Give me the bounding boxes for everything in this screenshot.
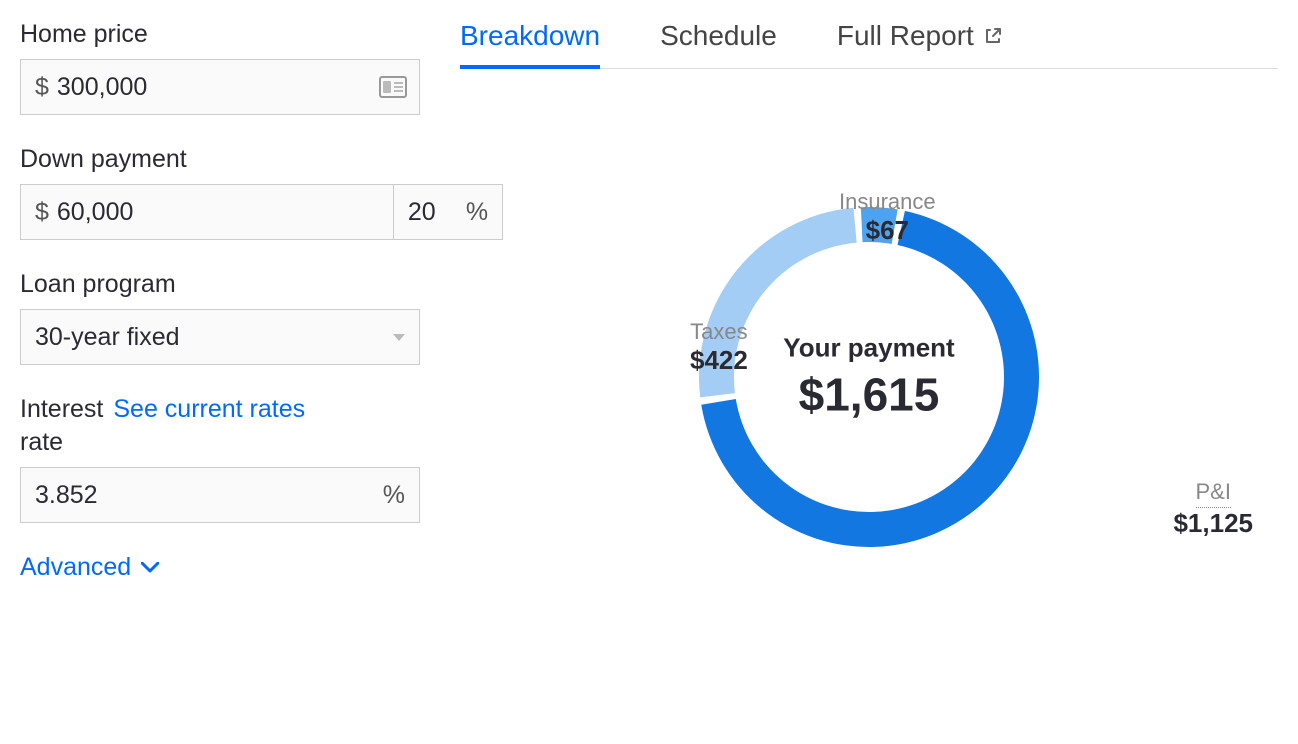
loan-program-group: Loan program 30-year fixed <box>20 270 420 365</box>
home-price-input[interactable] <box>57 73 379 102</box>
loan-program-label: Loan program <box>20 270 420 299</box>
external-link-icon <box>984 27 1002 45</box>
down-payment-amount-wrap[interactable]: $ <box>20 184 394 240</box>
percent-suffix: % <box>383 481 405 510</box>
down-payment-group: Down payment $ % <box>20 145 420 240</box>
tab-full-report[interactable]: Full Report <box>837 20 1002 68</box>
interest-label-1: Interest <box>20 395 103 424</box>
callout-taxes-value: $422 <box>690 345 748 376</box>
dollar-prefix: $ <box>35 73 49 102</box>
interest-input-wrap[interactable]: % <box>20 467 420 523</box>
tab-schedule-label: Schedule <box>660 20 777 52</box>
tabs: Breakdown Schedule Full Report <box>460 20 1278 69</box>
chart-area: Your payment $1,615 Insurance $67 Taxes … <box>460 69 1278 629</box>
callout-insurance: Insurance $67 <box>839 189 936 246</box>
loan-program-select[interactable]: 30-year fixed <box>20 309 420 365</box>
loan-program-value: 30-year fixed <box>35 323 180 352</box>
tab-full-report-label: Full Report <box>837 20 974 52</box>
down-payment-label: Down payment <box>20 145 420 174</box>
form-panel: Home price $ Down payment <box>20 20 420 629</box>
see-rates-link[interactable]: See current rates <box>113 395 305 424</box>
payment-label: Your payment <box>783 333 954 364</box>
caret-down-icon <box>393 334 405 341</box>
callout-taxes: Taxes $422 <box>690 319 748 376</box>
down-payment-percent-input[interactable] <box>408 198 458 227</box>
callout-insurance-name: Insurance <box>839 189 936 215</box>
tab-schedule[interactable]: Schedule <box>660 20 777 68</box>
callout-insurance-value: $67 <box>839 215 936 246</box>
interest-group: Interest See current rates rate % <box>20 395 420 523</box>
down-payment-input[interactable] <box>57 198 379 227</box>
advanced-toggle[interactable]: Advanced <box>20 553 420 582</box>
callout-pi: P&I $1,125 <box>1173 479 1253 539</box>
home-price-label: Home price <box>20 20 420 49</box>
interest-input[interactable] <box>35 481 375 510</box>
chevron-down-icon <box>141 562 159 574</box>
results-panel: Breakdown Schedule Full Report Your paym… <box>460 20 1278 629</box>
home-price-input-wrap[interactable]: $ <box>20 59 420 115</box>
home-price-group: Home price $ <box>20 20 420 115</box>
interest-label-2: rate <box>20 428 63 457</box>
contact-card-icon <box>379 76 407 98</box>
tab-breakdown-label: Breakdown <box>460 20 600 52</box>
callout-pi-name: P&I <box>1196 479 1231 508</box>
tab-breakdown[interactable]: Breakdown <box>460 20 600 68</box>
callout-pi-value: $1,125 <box>1173 508 1253 539</box>
dollar-prefix: $ <box>35 198 49 227</box>
callout-taxes-name: Taxes <box>690 319 748 345</box>
donut-center: Your payment $1,615 <box>783 333 954 422</box>
advanced-label: Advanced <box>20 553 131 582</box>
payment-amount: $1,615 <box>783 368 954 422</box>
